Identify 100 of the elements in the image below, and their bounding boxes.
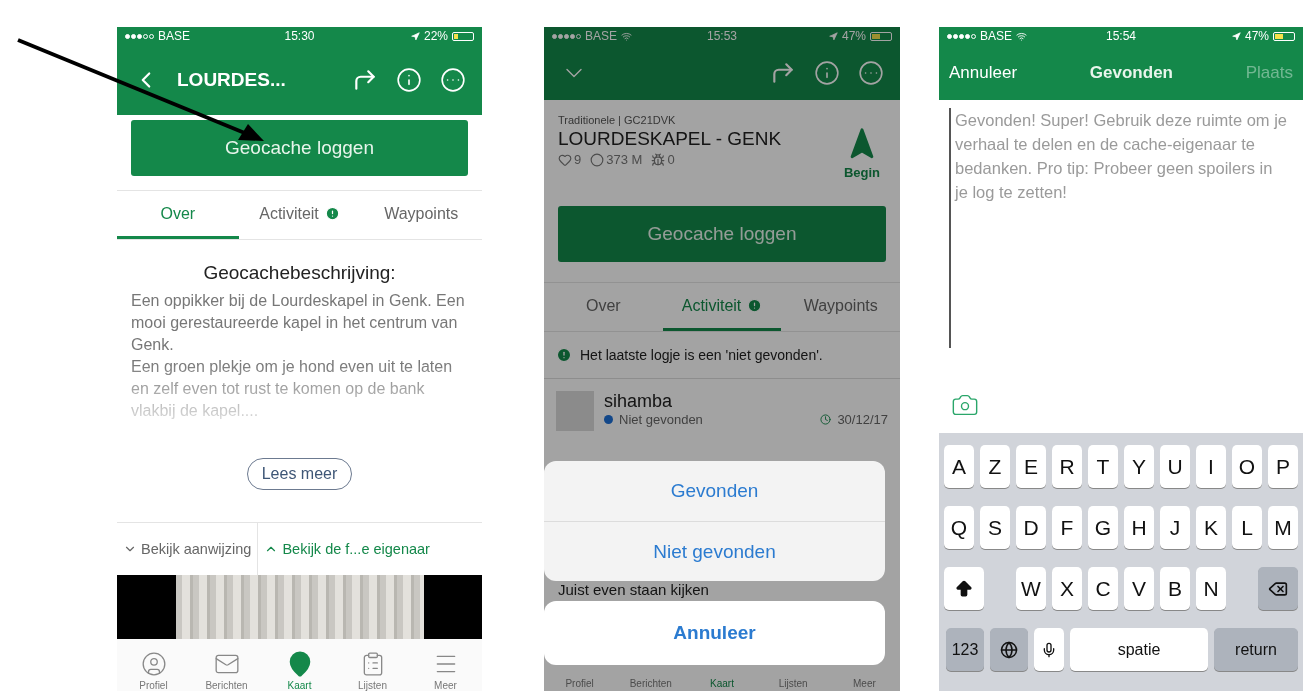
letter-key[interactable]: V: [1124, 567, 1154, 610]
tab-bar-item[interactable]: Lijsten: [757, 678, 829, 689]
tab[interactable]: Waypoints: [781, 283, 900, 331]
tab-bar-item[interactable]: Lijsten: [336, 651, 409, 691]
clock-icon: [820, 414, 832, 425]
description-text: Een oppikker bij de Lourdeskapel in Genk. Een mooi gerestaureerde kapel in het centrum van Genk.: [131, 291, 466, 355]
location-icon: [1231, 31, 1241, 41]
letter-key[interactable]: Q: [944, 506, 974, 549]
letter-key[interactable]: R: [1052, 445, 1082, 488]
shift-key[interactable]: [944, 567, 984, 610]
user-icon: [140, 651, 167, 677]
info-icon[interactable]: [814, 59, 840, 86]
cancel-button[interactable]: Annuleer: [949, 62, 1018, 83]
letter-key[interactable]: B: [1160, 567, 1190, 610]
log-date: 30/12/17: [837, 412, 888, 427]
action-sheet-option[interactable]: Niet gevonden: [544, 521, 885, 581]
action-sheet-option[interactable]: Gevonden: [544, 461, 885, 521]
letter-key[interactable]: E: [1016, 445, 1046, 488]
letter-key[interactable]: A: [944, 445, 974, 488]
tab-bar-item[interactable]: Profiel: [117, 651, 190, 691]
letter-key[interactable]: G: [1088, 506, 1118, 549]
letter-key[interactable]: Y: [1124, 445, 1154, 488]
tab-bar-item[interactable]: Kaart: [686, 678, 758, 689]
avatar-placeholder: [556, 391, 594, 431]
log-username: sihamba: [604, 391, 674, 412]
more-icon[interactable]: [858, 59, 884, 86]
letter-key[interactable]: W: [1016, 567, 1046, 610]
globe-icon: [1000, 640, 1018, 659]
letter-key[interactable]: N: [1196, 567, 1226, 610]
hint-link[interactable]: Bekijk aanwijzing: [117, 523, 258, 575]
letter-key[interactable]: J: [1160, 506, 1190, 549]
battery-percentage: 47%: [1244, 29, 1269, 43]
log-text: Juist even staan kijken: [557, 581, 710, 599]
status-dot: [604, 415, 613, 424]
letter-key[interactable]: D: [1016, 506, 1046, 549]
letter-key[interactable]: C: [1088, 567, 1118, 610]
letter-key[interactable]: L: [1232, 506, 1262, 549]
letter-key[interactable]: I: [1196, 445, 1226, 488]
directions-icon[interactable]: [352, 67, 378, 93]
tab-bar-item[interactable]: Berichten: [615, 678, 687, 689]
tab-bar-item[interactable]: Meer: [409, 651, 482, 691]
cancel-button[interactable]: Annuleer: [544, 601, 885, 665]
log-geocache-button[interactable]: Geocache loggen: [131, 120, 468, 176]
tab[interactable]: Activiteit: [238, 191, 361, 239]
log-status: Niet gevonden: [619, 412, 703, 427]
letter-key[interactable]: X: [1052, 567, 1082, 610]
tab-bar-item[interactable]: Meer: [828, 678, 900, 689]
hint-link[interactable]: Bekijk de f...e eigenaar: [258, 523, 436, 575]
return-key[interactable]: return: [1214, 628, 1298, 671]
tab[interactable]: Over: [117, 191, 239, 239]
tab-bar-item[interactable]: Profiel: [544, 678, 616, 689]
microphone-icon: [1041, 641, 1057, 658]
more-icon[interactable]: [440, 67, 466, 93]
tab[interactable]: Waypoints: [360, 191, 482, 239]
backspace-key[interactable]: [1258, 567, 1298, 610]
tab[interactable]: Over: [544, 283, 663, 331]
carrier-name: BASE: [158, 29, 190, 43]
shift-icon: [954, 578, 974, 599]
letter-key[interactable]: K: [1196, 506, 1226, 549]
battery-percentage: 22%: [423, 29, 448, 43]
battery-icon: [1273, 31, 1295, 41]
trackables-count: 0: [667, 152, 675, 167]
wifi-icon: [1016, 30, 1027, 42]
space-key[interactable]: spatie: [1070, 628, 1208, 671]
description-heading: Geocachebeschrijving:: [203, 262, 396, 284]
tab[interactable]: Activiteit: [662, 283, 782, 331]
tab-bar-item[interactable]: Berichten: [190, 651, 263, 691]
numbers-key[interactable]: 123: [946, 628, 984, 671]
letter-key[interactable]: O: [1232, 445, 1262, 488]
heart-icon: [558, 152, 572, 167]
tab-bar-item[interactable]: Kaart: [263, 651, 336, 691]
header-title: LOURDES...: [177, 69, 287, 91]
wifi-icon: [621, 30, 632, 42]
letter-key[interactable]: T: [1088, 445, 1118, 488]
alert-icon: [556, 347, 572, 363]
carrier-name: BASE: [980, 29, 1012, 43]
letter-key[interactable]: M: [1268, 506, 1298, 549]
location-icon: [410, 31, 420, 41]
letter-key[interactable]: F: [1052, 506, 1082, 549]
favorites-count: 9: [574, 152, 582, 167]
letter-key[interactable]: Z: [980, 445, 1010, 488]
status-time: 15:30: [284, 29, 315, 43]
letter-key[interactable]: H: [1124, 506, 1154, 549]
cache-name: LOURDESKAPEL - GENK: [558, 128, 783, 150]
bug-icon: [651, 152, 666, 167]
description-text: Een groen plekje om je hond even uit te laten en zelf even tot rust te komen op de bank vlakbij de kapel....: [131, 357, 454, 421]
carrier-name: BASE: [585, 29, 617, 43]
distance-value: 373 M: [606, 152, 643, 167]
microphone-key[interactable]: [1034, 628, 1064, 671]
letter-key[interactable]: S: [980, 506, 1010, 549]
letter-key[interactable]: U: [1160, 445, 1190, 488]
circle-icon: [590, 152, 605, 167]
globe-key[interactable]: [990, 628, 1028, 671]
screen-title: Gevonden: [1089, 62, 1173, 83]
notice-text: Het laatste logje is een 'niet gevonden'.: [580, 347, 823, 363]
battery-icon: [870, 31, 892, 41]
letter-key[interactable]: P: [1268, 445, 1298, 488]
status-time: 15:54: [1106, 29, 1136, 43]
info-icon[interactable]: [396, 67, 422, 93]
read-more-button[interactable]: Lees meer: [246, 458, 353, 490]
